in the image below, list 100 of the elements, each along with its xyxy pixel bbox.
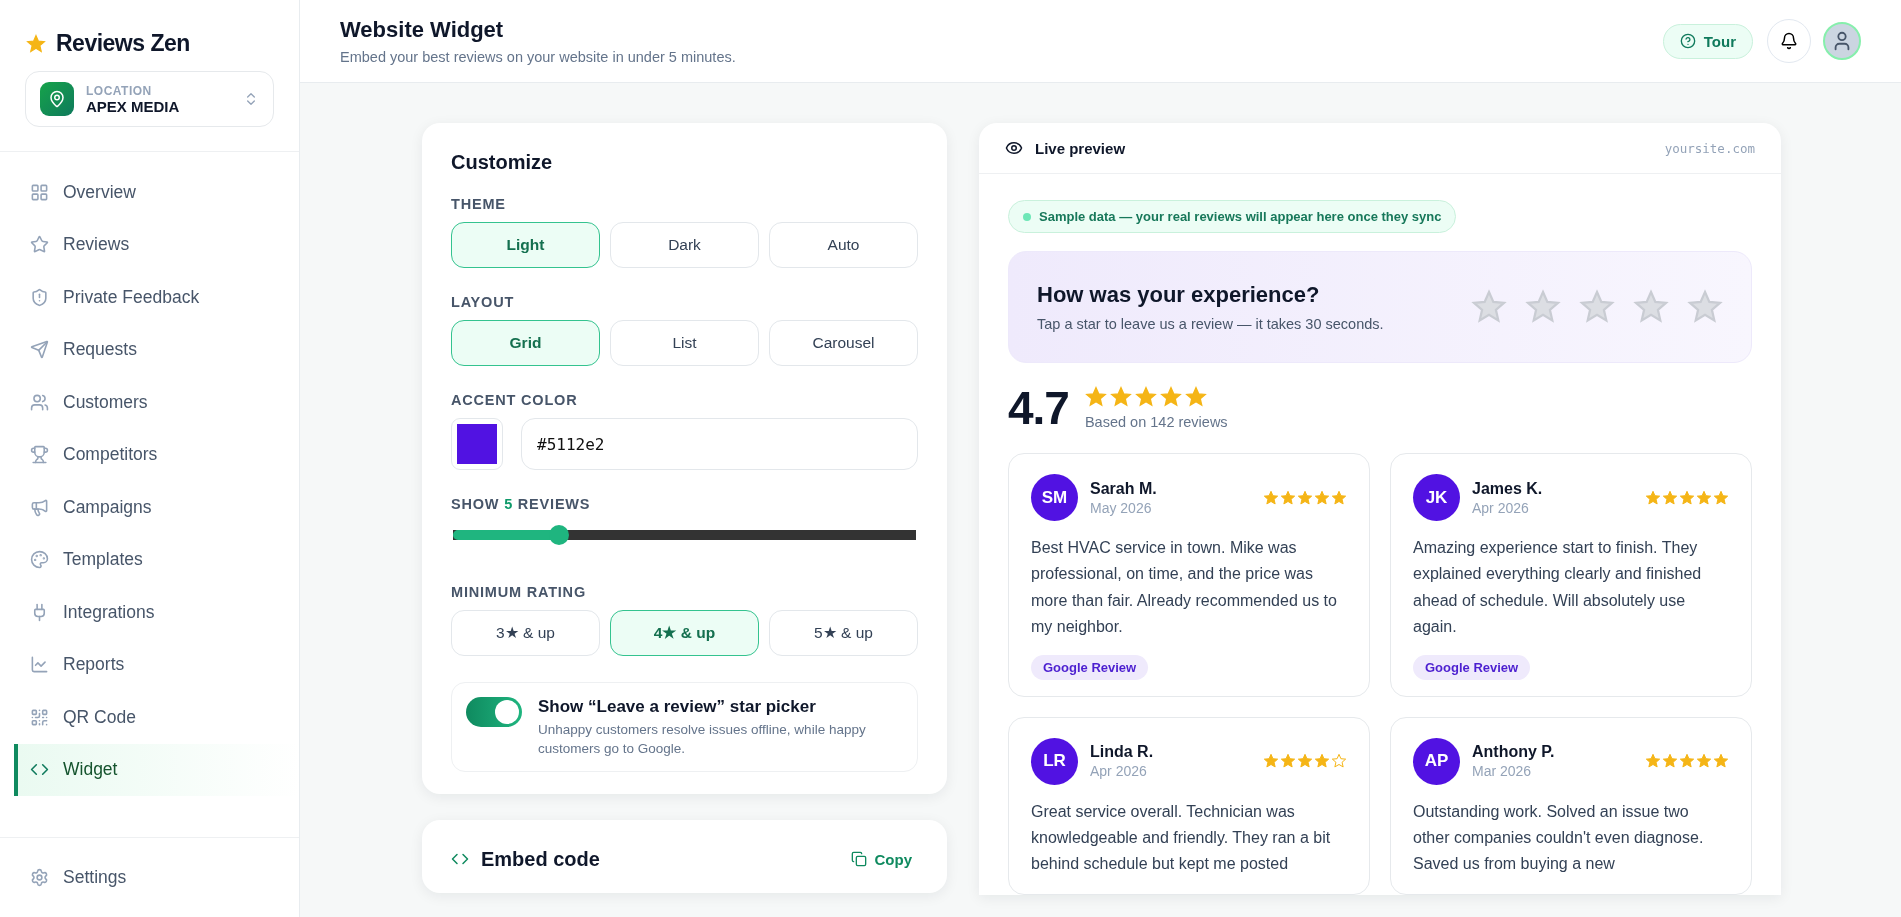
nav-item[interactable]: Integrations	[14, 586, 299, 639]
initials-avatar: JK	[1413, 474, 1460, 521]
filled-star-icon	[1662, 753, 1678, 770]
nav-item[interactable]: QR Code	[14, 691, 299, 744]
nav-item[interactable]: Private Feedback	[14, 271, 299, 324]
tour-button[interactable]: Tour	[1662, 23, 1753, 59]
nav-item[interactable]: Reviews	[14, 218, 299, 271]
color-swatch[interactable]	[451, 418, 503, 470]
prompt-title: How was your experience?	[1037, 282, 1321, 308]
user-avatar[interactable]	[1823, 22, 1861, 60]
filled-star-icon	[1713, 489, 1729, 506]
filled-star-icon	[1679, 489, 1695, 506]
users-icon	[30, 392, 49, 412]
settings-icon	[30, 868, 49, 887]
section-label: LAYOUT	[451, 294, 516, 310]
filled-star-icon	[1280, 753, 1296, 770]
filled-star-icon	[1331, 489, 1347, 506]
review-count: Based on 142 reviews	[1084, 414, 1228, 430]
filled-star-icon	[1184, 386, 1207, 408]
filled-star-icon	[1084, 386, 1107, 408]
source-tag: Google Review	[1413, 654, 1531, 680]
nav-item[interactable]: Campaigns	[14, 481, 299, 534]
option-button[interactable]: Dark	[610, 222, 759, 268]
filled-star-icon	[1679, 753, 1695, 770]
filled-star-icon	[1159, 386, 1182, 408]
option-button[interactable]: Auto	[769, 222, 918, 268]
option-button[interactable]: 4★ & up	[610, 610, 759, 656]
page-title: Website Widget	[340, 17, 505, 43]
source-tag: Google Review	[1031, 654, 1149, 680]
section-label: MINIMUM RATING	[451, 584, 587, 600]
rating-score: 4.7	[1008, 381, 1069, 435]
notifications-button[interactable]	[1767, 19, 1811, 63]
toggle-title: Show “Leave a review” star picker	[538, 697, 817, 717]
review-date: Apr 2026	[1090, 763, 1148, 780]
reviewer-name: Linda R.	[1090, 743, 1155, 762]
copy-button[interactable]: Copy	[844, 849, 918, 869]
star-icon	[26, 33, 46, 54]
nav-item[interactable]: Overview	[14, 166, 299, 219]
nav-item[interactable]: Requests	[14, 323, 299, 376]
grid-icon	[30, 182, 49, 202]
line-chart-icon	[30, 655, 49, 675]
filled-star-icon	[1713, 753, 1729, 770]
megaphone-icon	[30, 497, 49, 517]
option-button[interactable]: 5★ & up	[769, 610, 918, 656]
review-text: Best HVAC service in town. Mike was professional, on time, and the price was more than fair. Already recommended us to my neighbor.	[1031, 538, 1338, 638]
card-title: Embed code	[481, 847, 601, 871]
section-label: THEME	[451, 196, 507, 212]
filled-star-icon	[1297, 753, 1313, 770]
slider-thumb[interactable]	[549, 525, 570, 545]
filled-star-icon	[1662, 489, 1678, 506]
settings-item[interactable]: Settings	[0, 837, 299, 917]
toggle-switch[interactable]	[466, 697, 522, 727]
filled-star-icon	[1314, 753, 1330, 770]
paper-plane-icon	[30, 340, 49, 360]
bell-icon	[1780, 32, 1798, 50]
filled-star-icon	[1263, 753, 1279, 770]
nav-item[interactable]: Templates	[14, 533, 299, 586]
copy-icon	[850, 851, 867, 868]
option-button[interactable]: List	[610, 320, 759, 366]
star-icon	[30, 235, 49, 255]
filled-star-icon	[1280, 489, 1296, 506]
review-text: Outstanding work. Solved an issue two other companies couldn't even diagnose. Saved us from buying a new	[1413, 801, 1705, 875]
review-text: Amazing experience start to finish. They explained everything clearly and finished ahead of schedule. Will absolutely use again.	[1413, 538, 1703, 638]
nav-item[interactable]: Competitors	[14, 428, 299, 481]
filled-star-icon	[1696, 489, 1712, 506]
card-title: Customize	[451, 151, 554, 174]
qr-code-icon	[30, 707, 49, 727]
review-text: Great service overall. Technician was knowledgeable and friendly. They ran a bit behind schedule but kept me posted	[1031, 801, 1332, 875]
sample-data-badge: Sample data — your real reviews will appear here once they sync	[1008, 200, 1457, 233]
site-url: yoursite.com	[1664, 140, 1755, 156]
section-label: ACCENT COLOR	[451, 392, 579, 408]
review-date: May 2026	[1090, 499, 1153, 516]
filled-star-icon	[1645, 753, 1661, 770]
filled-star-icon	[1314, 489, 1330, 506]
help-icon	[1679, 33, 1696, 49]
review-date: Mar 2026	[1472, 763, 1533, 780]
nav-item[interactable]: Reports	[14, 638, 299, 691]
map-pin-icon	[40, 82, 74, 116]
empty-star-icon[interactable]	[1633, 289, 1669, 325]
filled-star-icon	[1645, 489, 1661, 506]
empty-star-icon[interactable]	[1687, 289, 1723, 325]
filled-star-icon	[1134, 386, 1157, 408]
reviewer-name: Sarah M.	[1090, 479, 1158, 498]
palette-icon	[30, 550, 49, 570]
empty-star-icon[interactable]	[1471, 289, 1507, 325]
empty-star-icon[interactable]	[1525, 289, 1561, 325]
option-button[interactable]: Carousel	[769, 320, 918, 366]
option-button[interactable]: Light	[451, 222, 600, 268]
empty-star-icon	[1331, 753, 1347, 770]
hex-input-field[interactable]: #5112e2	[521, 418, 918, 470]
filled-star-icon	[1696, 753, 1712, 770]
reviewer-name: Anthony P.	[1472, 743, 1556, 762]
page-subtitle: Embed your best reviews on your website in under 5 minutes.	[340, 49, 737, 65]
empty-star-icon[interactable]	[1579, 289, 1615, 325]
nav-item[interactable]: Customers	[14, 376, 299, 429]
location-selector[interactable]: LOCATION APEX MEDIA	[25, 71, 274, 127]
review-date: Apr 2026	[1472, 499, 1530, 516]
option-button[interactable]: Grid	[451, 320, 600, 366]
section-label: SHOW 5 REVIEWS	[451, 496, 592, 512]
option-button[interactable]: 3★ & up	[451, 610, 600, 656]
